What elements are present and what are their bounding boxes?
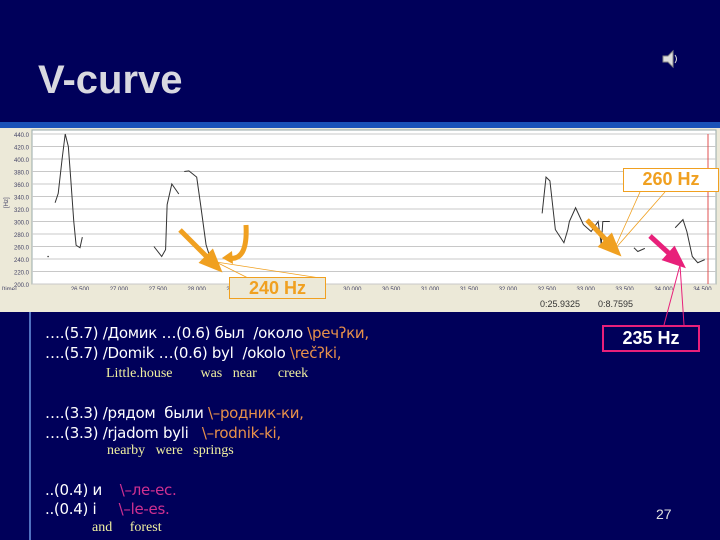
- line2-gloss: nearby were springs: [107, 443, 234, 458]
- text-plain: ..(0.4) i: [45, 500, 119, 518]
- pink-arrow: [648, 234, 686, 269]
- text-highlight: \rečʔki,: [290, 344, 342, 362]
- annotation-layer: [178, 191, 686, 326]
- text-highlight: \–ле-ес.: [119, 481, 177, 499]
- text-plain: ….(3.3) /rjadom byli: [45, 424, 202, 442]
- line1-russian: ….(5.7) /Домик …(0.6) был /около \речʔки…: [45, 324, 369, 342]
- line3-russian: ..(0.4) и \–ле-ес.: [45, 481, 177, 499]
- line1-gloss: Little.house was near creek: [106, 366, 309, 381]
- annotation-235hz: 235 Hz: [602, 325, 700, 352]
- text-plain: ….(3.3) /рядом были: [45, 404, 208, 422]
- line1-transliteration: ….(5.7) /Domik …(0.6) byl /okolo \rečʔki…: [45, 344, 342, 362]
- page-number: 27: [656, 506, 672, 522]
- text-plain: ….(5.7) /Domik …(0.6) byl /okolo: [45, 344, 291, 362]
- orange-arrow-1: [178, 228, 223, 273]
- text-highlight: \–родник-ки,: [208, 404, 304, 422]
- annotation-240hz: 240 Hz: [229, 277, 326, 299]
- text-highlight: \речʔки,: [307, 324, 369, 342]
- line2-russian: ….(3.3) /рядом были \–родник-ки,: [45, 404, 304, 422]
- line3-transliteration: ..(0.4) i \–le-es.: [45, 500, 170, 518]
- text-highlight: \–rodnik-ki,: [201, 424, 281, 442]
- line2-transliteration: ….(3.3) /rjadom byli \–rodnik-ki,: [45, 424, 281, 442]
- orange-curved-arrow-head: [222, 251, 233, 264]
- orange-arrow-2: [585, 218, 622, 257]
- text-plain: ….(5.7) /Домик …(0.6) был /около: [45, 324, 308, 342]
- text-plain: ..(0.4) и: [45, 481, 120, 499]
- annotation-260hz: 260 Hz: [623, 168, 719, 192]
- line3-gloss: and forest: [92, 520, 162, 535]
- text-highlight: \–le-es.: [118, 500, 170, 518]
